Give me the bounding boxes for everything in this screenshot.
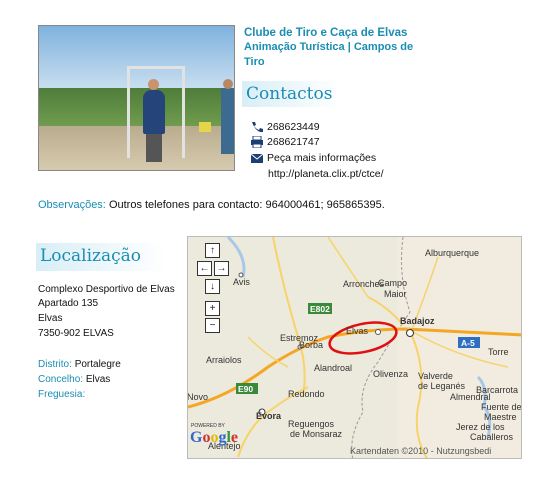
google-logo[interactable]: Google [190,429,238,447]
address-line-2: Apartado 135 [38,298,99,309]
pan-right-button[interactable]: → [214,261,229,276]
map-place-redondo: Redondo [288,389,325,399]
concelho-label: Concelho: [38,374,84,385]
map-place-torre-de-miguel-sesmero: Torre [488,347,509,357]
map-place-label-line: Maestre [484,412,517,422]
address-line-4: 7350-902 ELVAS [38,328,114,339]
distrito-row: Distrito: Portalegre [38,357,121,372]
map-place-borba: Borba [299,340,323,350]
photo-person [221,79,234,154]
map-place-avis: Avis [233,277,250,287]
pan-up-button[interactable]: ↑ [205,243,220,258]
zoom-in-button[interactable]: + [205,301,220,316]
pan-down-button[interactable]: ↓ [205,279,220,294]
phone-icon [252,122,263,133]
map-place-label-line: Caballeros [470,432,514,442]
map-place-almendral: Almendral [450,392,491,402]
map-place-fuente-del-maestre: Fuente del [481,402,522,412]
map-place-label-line: de Monsaraz [290,429,343,439]
map-place-alburquerque: Alburquerque [425,248,479,258]
fax-row: 268621747 [250,135,320,149]
club-category-link[interactable]: Animação Turística | Campos de Tiro [244,40,414,70]
envelope-icon [250,153,264,164]
location-map[interactable]: E802 A-5 E90 Alburquerque Avis Arronches Ca… [187,236,522,459]
map-place-jerez-de-los-caballeros: Jerez de los [456,422,505,432]
distrito-value: Portalegre [74,359,121,370]
map-place-label-line: de Leganés [418,381,466,391]
concelho-value: Elvas [85,374,111,385]
zoom-out-button[interactable]: − [205,318,220,333]
observacoes: Observações: Outros telefones para conta… [38,199,385,211]
road-label-e802: E802 [310,304,330,314]
photo-box [199,122,211,132]
map-place-alandroal: Alandroal [314,363,352,373]
map-place-label-line: Maior [384,289,407,299]
map-place-reguengos-de-monsaraz: Reguengos [288,419,335,429]
observacoes-text: Outros telefones para contacto: 96400046… [108,199,385,211]
map-place-valverde-de-legan-s: Valverde [418,371,453,381]
map-place--vora: Évora [256,411,282,421]
road-label-e90: E90 [238,384,253,394]
localizacao-heading: Localização [36,243,166,271]
contactos-heading: Contactos [242,81,340,107]
map-place-campo-maior: Campo [378,278,407,288]
address-line-1: Complexo Desportivo de Elvas [38,284,175,295]
map-place-olivenza: Olivenza [373,369,408,379]
fax-icon [251,136,263,149]
phone-number: 268623449 [267,121,320,134]
freguesia-row: Freguesia: [38,387,85,402]
observacoes-label: Observações: [38,199,106,211]
map-place-montemor-o-novo: -Novo [188,392,208,402]
map-place-arraiolos: Arraiolos [206,355,242,365]
photo-shooter [143,79,165,162]
phone-row: 268623449 [250,120,320,134]
club-photo [38,25,235,171]
map-place-badajoz: Badajoz [400,316,435,326]
club-title[interactable]: Clube de Tiro e Caça de Elvas [244,25,424,41]
freguesia-label: Freguesia: [38,389,86,400]
fax-number: 268621747 [267,136,320,149]
map-place-elvas: Elvas [346,326,369,336]
distrito-label: Distrito: [38,359,72,370]
road-label-a5: A-5 [461,338,475,348]
map-credits[interactable]: Kartendaten ©2010 - Nutzungsbedi [350,446,491,456]
info-link[interactable]: Peça mais informações [267,152,376,164]
map-canvas[interactable]: E802 A-5 E90 AlburquerqueAvis ArronchesCa… [188,237,522,459]
email-row[interactable]: Peça mais informações [250,151,376,165]
pan-left-button[interactable]: ← [197,261,212,276]
address-line-3: Elvas [38,313,63,324]
concelho-row: Concelho: Elvas [38,372,110,387]
website-url[interactable]: http://planeta.clix.pt/ctce/ [268,168,384,180]
